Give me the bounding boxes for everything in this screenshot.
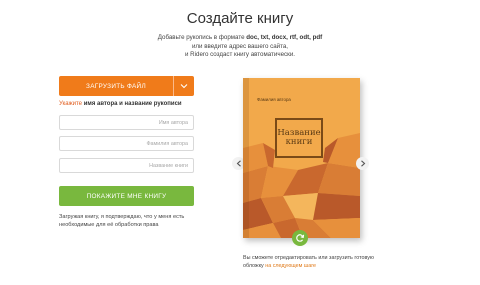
author-last-name-input[interactable]: [59, 136, 194, 151]
next-step-link[interactable]: на следующем шаге: [265, 263, 316, 269]
book-title-input[interactable]: [59, 158, 194, 173]
subtitle-text-2: или введите адрес вашего сайта,: [191, 42, 289, 50]
cover-pattern: [243, 133, 360, 238]
upload-file-button[interactable]: ЗАГРУЗИТЬ ФАЙЛ: [59, 76, 173, 96]
page-title: Создайте книгу: [186, 10, 294, 27]
next-cover-button[interactable]: [356, 157, 369, 170]
file-formats: doc, txt, docx, rtf, odt, pdf: [246, 34, 323, 41]
terms-text: Загружая книгу, я подтверждаю, что у мен…: [59, 214, 185, 229]
cover-note: Вы сможете отредактировать или загрузить…: [243, 255, 383, 270]
book-title-box: Название книги: [275, 118, 323, 158]
page-subtitle: Добавьте рукопись в формате doc, txt, do…: [100, 34, 380, 60]
show-book-button[interactable]: ПОКАЖИТЕ МНЕ КНИГУ: [59, 186, 194, 206]
chevron-left-icon: [236, 160, 241, 167]
book-author-text: Фамилия автора: [257, 97, 291, 102]
hint-prefix: Укажите: [59, 101, 84, 107]
book-title-text: Название книги: [277, 127, 321, 148]
chevron-right-icon: [360, 160, 365, 167]
author-first-name-input[interactable]: [59, 115, 194, 130]
author-hint: Укажите имя автора и название рукописи: [59, 101, 182, 107]
hint-bold: имя автора и название рукописи: [83, 101, 182, 107]
book-title-line-1: Название: [277, 127, 321, 138]
refresh-icon: [296, 234, 305, 242]
upload-control: ЗАГРУЗИТЬ ФАЙЛ: [59, 76, 194, 96]
refresh-cover-button[interactable]: [292, 230, 308, 246]
subtitle-text-3: и Ridero создаст книгу автоматически.: [185, 51, 295, 59]
book-cover-preview: Фамилия автора Название книги: [243, 78, 360, 238]
upload-options-button[interactable]: [173, 76, 194, 96]
chevron-down-icon: [180, 84, 188, 89]
book-spine: [243, 78, 249, 238]
subtitle-text-1: Добавьте рукопись в формате: [157, 34, 247, 41]
book-title-line-2: книги: [285, 137, 313, 147]
